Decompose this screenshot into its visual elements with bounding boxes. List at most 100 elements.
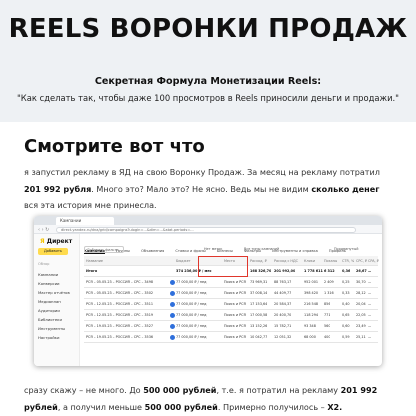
outro-paragraph: сразу скажу – не много. До 500 000 рубле… <box>24 382 394 415</box>
cell-clicks: 398 420 <box>304 291 319 295</box>
cell-name: РСЯ – 05.05.23 – РОССИЯ – CPC – 3498 <box>86 280 154 284</box>
cell-spend-vat: 15 782,71 <box>274 324 292 328</box>
filter-labels: Нет меток <box>204 247 223 251</box>
direct-tabs: Кампании Группы Объявления Ставки и фраз… <box>84 237 352 254</box>
direct-screenshot: Кампании ‹ › ↻ direct.yandex.ru/dna/grid… <box>34 216 382 366</box>
col-impr: Показы <box>324 259 338 263</box>
cell-ctr: 0,40 <box>342 302 350 306</box>
table-row: РСЯ – 12.05.23 – РОССИЯ – CPC – 3519 77 0… <box>84 310 378 321</box>
sidebar-item: Мастер отчётов <box>38 290 70 295</box>
sidebar-item: Инструменты <box>38 326 66 331</box>
cell-impr: 856 <box>324 302 331 306</box>
cell-name: РСЯ – 12.05.23 – РОССИЯ – CPC – 3519 <box>86 313 154 317</box>
cell-place: Поиск и РСЯ <box>224 280 246 284</box>
cell-impr: 6 312 <box>324 269 335 273</box>
cell-name: Итого <box>86 269 98 273</box>
hero-banner: REELS ВОРОНКИ ПРОДАЖ Секретная Формула М… <box>0 0 416 122</box>
cell-place: Поиск и РСЯ <box>224 324 246 328</box>
cell-ctr: 0,59 <box>342 335 350 339</box>
col-cpa: CPA, ₽ <box>368 259 379 263</box>
intro-text-3: вся эта история мне принесла. <box>24 200 157 210</box>
direct-sidebar: Я Директ Добавить Обзор Кампании Конверс… <box>34 234 80 366</box>
outro-bold-3: 500 000 рублей <box>144 401 218 412</box>
cell-spend-vat: 12 051,32 <box>274 335 292 339</box>
cell-spend: 17 153,64 <box>250 302 268 306</box>
cell-cpc: 28,12 <box>356 291 366 295</box>
section-title: Смотрите вот что <box>24 136 205 157</box>
info-badge-icon <box>170 302 175 307</box>
cell-spend-vat: 88 763,17 <box>274 280 292 284</box>
cell-spend-vat: 20 400,70 <box>274 313 292 317</box>
info-badge-icon <box>170 280 175 285</box>
col-spend: Расход, ₽ <box>250 259 267 263</box>
cell-cpc: 26,67 <box>356 269 367 273</box>
col-spend-vat: Расход с НДС <box>274 259 298 263</box>
table-row: РСЯ – 05.05.23 – РОССИЯ – CPC – 3502 77 0… <box>84 288 378 299</box>
outro-bold-4: Х2. <box>327 401 343 412</box>
cell-clicks: 1 778 611 <box>304 269 323 273</box>
cell-ctr: 0,60 <box>342 324 350 328</box>
cell-spend-vat: 201 992,00 <box>274 269 296 273</box>
table-row: РСЯ – 05.05.23 – РОССИЯ – CPC – 3498 77 0… <box>84 277 378 288</box>
cell-budget: 77 000,00 ₽ / нед <box>176 313 207 317</box>
cell-cpc: 20,04 <box>356 302 366 306</box>
cell-impr: 771 <box>324 313 331 317</box>
cell-ctr: 0,33 <box>342 291 350 295</box>
filter-mode: Продвинутый <box>334 247 359 251</box>
cell-spend: 73 969,31 <box>250 280 268 284</box>
cell-budget: 77 000,00 ₽ / нед <box>176 280 207 284</box>
col-cpc: CPC, ₽ <box>356 259 368 263</box>
cell-impr: 400 <box>324 335 331 339</box>
intro-paragraph: я запустил рекламу в ЯД на свою Воронку … <box>24 164 394 214</box>
intro-bold-money: сколько денег <box>311 183 380 194</box>
direct-logo: Я Директ <box>40 238 73 245</box>
col-ctr: CTR, % <box>342 259 355 263</box>
cell-cpc: 22,05 <box>356 313 366 317</box>
sidebar-item: Конверсии <box>38 281 60 286</box>
cell-clicks: 118 294 <box>304 313 319 317</box>
sidebar-item: Медиаплан <box>38 299 61 304</box>
cell-cpa: — <box>368 269 372 273</box>
outro-text-2: , т.е. я потратил на рекламу <box>216 385 341 395</box>
cell-budget: 77 000,00 ₽ / нед <box>176 324 207 328</box>
sidebar-item: Библиотеки <box>38 317 62 322</box>
sidebar-item: Аудитории <box>38 308 60 313</box>
intro-text-2: . Много это? Мало это? Не ясно. Ведь мы … <box>91 183 312 194</box>
browser-tab: Кампании <box>56 217 114 225</box>
cell-impr: 1 316 <box>324 291 334 295</box>
cell-impr: 2 409 <box>324 280 334 284</box>
cell-clicks: 952 001 <box>304 280 319 284</box>
add-campaign-button: Добавить <box>38 248 68 255</box>
cell-clicks: 93 348 <box>304 324 316 328</box>
cell-spend-vat: 44 409,77 <box>274 291 292 295</box>
cell-cpa: — <box>368 280 372 284</box>
filter-types: Все типы кампаний <box>244 247 280 251</box>
cell-spend: 17 000,58 <box>250 313 268 317</box>
cell-name: РСЯ – 12.05.23 – РОССИЯ – CPC – 3511 <box>86 302 154 306</box>
intro-amount: 201 992 рубля <box>24 183 92 194</box>
cell-cpa: — <box>368 324 372 328</box>
table-row: РСЯ – 19.05.23 – РОССИЯ – CPC – 3527 77 0… <box>84 321 378 332</box>
cell-spend: 13 152,26 <box>250 324 268 328</box>
cell-cpa: — <box>368 313 372 317</box>
info-badge-icon <box>170 291 175 296</box>
cell-spend: 37 008,14 <box>250 291 268 295</box>
cell-cpa: — <box>368 335 372 339</box>
cell-place: Поиск и РСЯ <box>224 302 246 306</box>
cell-spend-vat: 20 584,37 <box>274 302 292 306</box>
cell-cpc: 30,70 <box>356 280 366 284</box>
browser-addressbar: ‹ › ↻ direct.yandex.ru/dna/grid/campaign… <box>34 225 382 234</box>
outro-text-1: сразу скажу – не много. До <box>24 385 144 395</box>
cell-ctr: 0,65 <box>342 313 350 317</box>
cell-place: Поиск и РСЯ <box>224 335 246 339</box>
page-subtitle: Секретная Формула Монетизации Reels: <box>94 76 322 87</box>
cell-place: Поиск и РСЯ <box>224 291 246 295</box>
table-row: РСЯ – 19.05.23 – РОССИЯ – CPC – 3536 77 0… <box>84 332 378 343</box>
col-budget: Бюджет <box>176 259 191 263</box>
cell-impr: 560 <box>324 324 331 328</box>
cell-ctr: 0,25 <box>342 280 350 284</box>
cell-cpa: — <box>368 302 372 306</box>
cell-cpa: — <box>368 291 372 295</box>
nav-arrows-icon: ‹ › ↻ <box>38 226 50 233</box>
page-quote: "Как сделать так, чтобы даже 100 просмот… <box>16 93 400 103</box>
